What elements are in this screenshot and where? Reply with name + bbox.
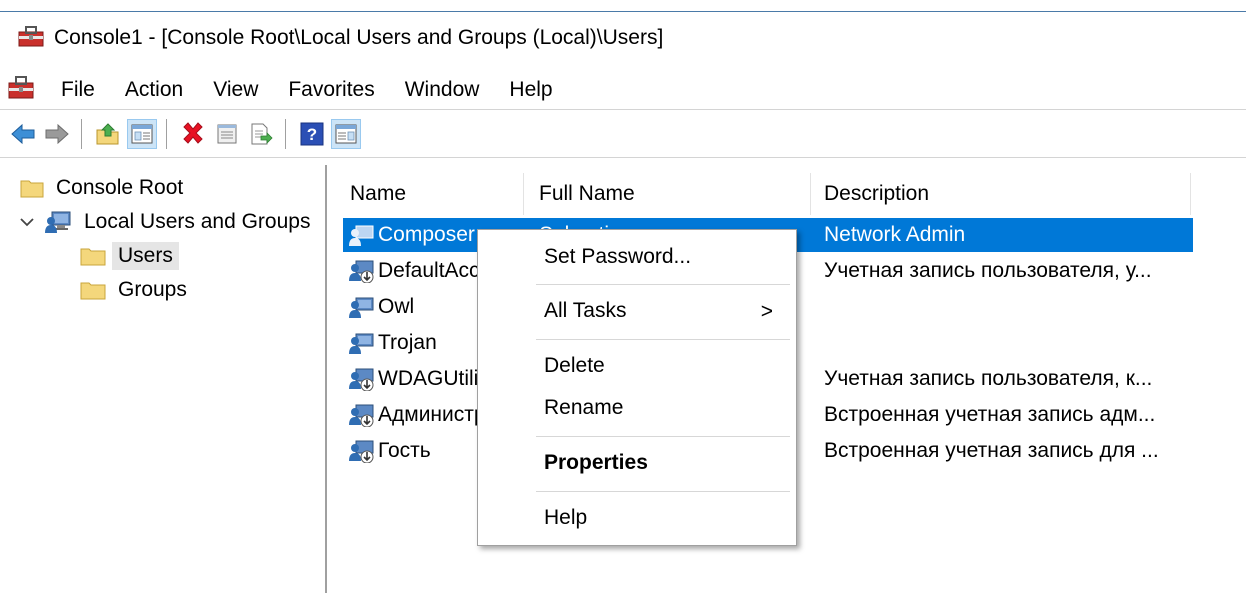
context-menu: Set Password... All Tasks > Delete Renam… <box>477 229 797 546</box>
menu-item-label: Help <box>544 506 588 529</box>
tree-item-label: Local Users and Groups <box>84 210 311 233</box>
column-header-full-name[interactable]: Full Name <box>526 173 811 215</box>
menu-item-label: Properties <box>544 451 648 474</box>
tree-item-label: Console Root <box>56 176 184 199</box>
users-computer-icon <box>45 211 71 233</box>
back-arrow-icon <box>11 123 35 144</box>
user-name: Trojan <box>378 331 437 354</box>
export-list-icon <box>251 123 273 144</box>
folder-icon <box>20 180 44 198</box>
menu-separator <box>536 491 790 492</box>
toolbar-separator <box>285 118 286 149</box>
column-header-name[interactable]: Name <box>337 173 524 215</box>
user-icon <box>349 333 374 354</box>
forward-arrow-icon <box>45 123 69 144</box>
toolbar-separator <box>81 118 82 149</box>
folder-icon <box>80 248 106 266</box>
tree-item-local-users-and-groups[interactable]: Local Users and Groups <box>16 205 316 239</box>
user-icon <box>349 225 374 246</box>
help-icon: ? <box>300 122 324 145</box>
properties-icon <box>217 124 237 143</box>
menu-item-rename[interactable]: Rename <box>479 391 795 425</box>
tree-item-groups[interactable]: Groups <box>80 273 193 307</box>
menu-item-label: Delete <box>544 354 605 377</box>
user-name: Гость <box>378 439 431 462</box>
menu-item-label: All Tasks <box>544 299 627 322</box>
user-description: Встроенная учетная запись для ... <box>824 439 1159 462</box>
up-one-level-button[interactable] <box>93 119 123 149</box>
user-name: Composer <box>378 223 475 246</box>
menu-item-properties[interactable]: Properties <box>479 446 795 480</box>
user-description: Встроенная учетная запись адм... <box>824 403 1156 426</box>
user-description: Network Admin <box>824 223 966 246</box>
svg-text:?: ? <box>307 125 317 144</box>
menu-item-all-tasks[interactable]: All Tasks > <box>479 294 795 328</box>
user-icon <box>349 297 374 318</box>
window-title: Console1 - [Console Root\Local Users and… <box>54 26 664 49</box>
delete-icon <box>183 121 203 144</box>
menu-view[interactable]: View <box>198 78 273 102</box>
menu-favorites[interactable]: Favorites <box>273 78 389 102</box>
window-top-edge <box>0 0 1246 12</box>
user-name: Owl <box>378 295 415 318</box>
menu-item-label: Set Password... <box>544 245 692 268</box>
show-hide-action-pane-button[interactable] <box>331 118 361 149</box>
menu-separator <box>536 339 790 340</box>
menu-action[interactable]: Action <box>110 78 198 102</box>
tree-item-label: Users <box>112 242 179 270</box>
user-description: Учетная запись пользователя, к... <box>824 367 1153 390</box>
tree-item-label: Groups <box>118 278 187 301</box>
user-description: Учетная запись пользователя, у... <box>824 259 1152 282</box>
console-tree-pane: Console Root Local Users and Groups User… <box>0 165 327 593</box>
folder-icon <box>80 282 106 300</box>
menu-file[interactable]: File <box>46 78 110 102</box>
mmc-toolbox-icon <box>18 25 44 52</box>
chevron-right-icon: > <box>760 300 773 323</box>
menu-bar: File Action View Favorites Window Help <box>0 70 1246 110</box>
title-bar: Console1 - [Console Root\Local Users and… <box>0 12 1246 64</box>
properties-button[interactable] <box>212 119 242 149</box>
tree-item-users[interactable]: Users <box>80 239 179 273</box>
chevron-down-icon[interactable] <box>16 217 38 227</box>
menu-separator <box>536 284 790 285</box>
delete-button[interactable] <box>178 119 208 149</box>
menu-item-label: Rename <box>544 396 624 419</box>
show-hide-tree-icon <box>131 124 153 143</box>
menu-item-help[interactable]: Help <box>479 501 795 535</box>
column-header-description[interactable]: Description <box>811 173 1191 215</box>
export-list-button[interactable] <box>246 119 276 149</box>
menu-separator <box>536 436 790 437</box>
menu-window[interactable]: Window <box>390 78 495 102</box>
up-folder-icon <box>96 122 119 144</box>
back-button[interactable] <box>8 119 38 149</box>
toolbar-separator <box>166 118 167 149</box>
toolbar: ? <box>0 110 1246 158</box>
tree-item-console-root[interactable]: Console Root <box>20 171 189 205</box>
show-hide-console-tree-button[interactable] <box>127 118 157 149</box>
forward-button[interactable] <box>42 119 72 149</box>
menu-help[interactable]: Help <box>494 78 567 102</box>
system-menu-icon[interactable] <box>8 75 34 104</box>
disabled-user-icon <box>349 368 374 391</box>
user-description <box>824 290 1193 324</box>
disabled-user-icon <box>349 404 374 427</box>
disabled-user-icon <box>349 260 374 283</box>
help-button[interactable]: ? <box>297 119 327 149</box>
disabled-user-icon <box>349 440 374 463</box>
show-hide-action-pane-icon <box>335 124 357 143</box>
menu-item-delete[interactable]: Delete <box>479 349 795 383</box>
user-description <box>824 326 1193 360</box>
menu-item-set-password[interactable]: Set Password... <box>479 240 795 274</box>
